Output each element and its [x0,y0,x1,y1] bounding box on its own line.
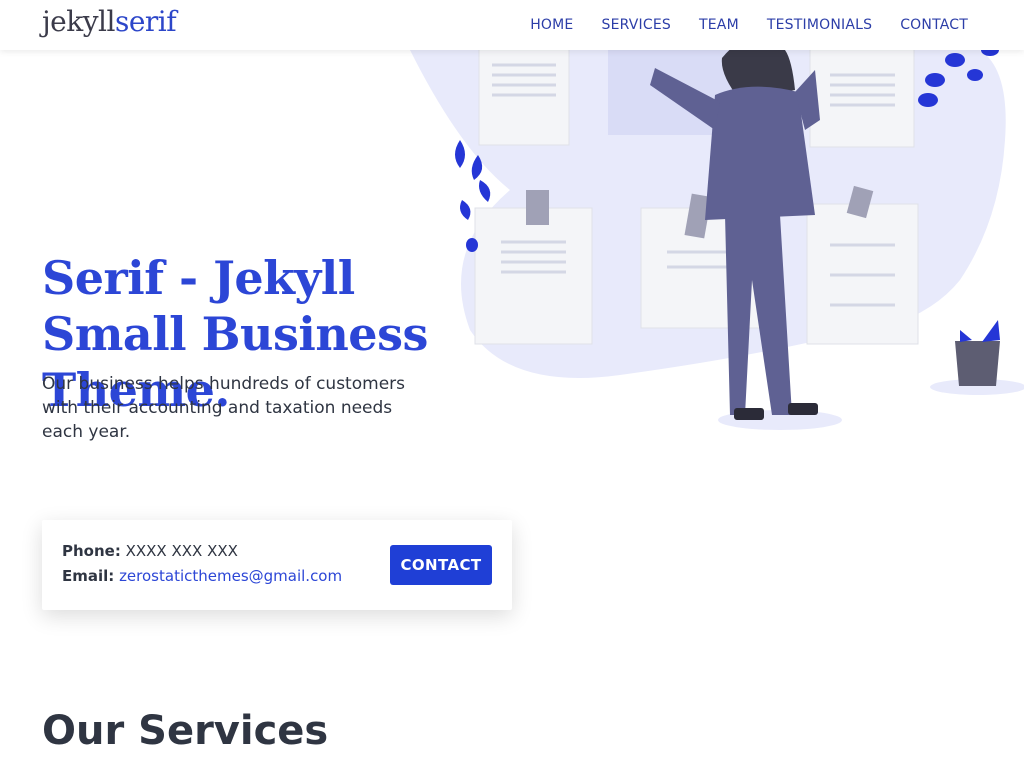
logo-text-part2: serif [114,5,177,38]
contact-button[interactable]: CONTACT [390,545,492,585]
contact-email-row: Email: zerostaticthemes@gmail.com [62,567,342,585]
illustration-tape [526,190,549,225]
nav-link-home[interactable]: HOME [530,17,573,33]
nav-link-services[interactable]: SERVICES [601,17,671,33]
site-logo[interactable]: jekyllserif [42,5,177,38]
illustration-pot [955,341,1000,386]
contact-card: Phone: XXXX XXX XXX Email: zerostaticthe… [42,520,512,610]
hero-subtitle: Our business helps hundreds of customers… [42,374,405,442]
contact-phone-row: Phone: XXXX XXX XXX [62,542,238,560]
email-label: Email: [62,567,115,585]
services-section-title: Our Services [42,708,329,754]
nav-link-contact[interactable]: CONTACT [900,17,968,33]
nav-link-team[interactable]: TEAM [699,17,739,33]
main-nav: HOME SERVICES TEAM TESTIMONIALS CONTACT [530,17,968,33]
nav-link-testimonials[interactable]: TESTIMONIALS [767,17,872,33]
phone-value: XXXX XXX XXX [125,542,238,560]
email-link[interactable]: zerostaticthemes@gmail.com [119,567,342,585]
illustration-pot-leaves [960,320,1000,342]
site-header: jekyllserif HOME SERVICES TEAM TESTIMONI… [0,0,1024,50]
phone-label: Phone: [62,542,121,560]
logo-text-part1: jekyll [42,5,115,38]
illustration-panel [478,39,570,146]
